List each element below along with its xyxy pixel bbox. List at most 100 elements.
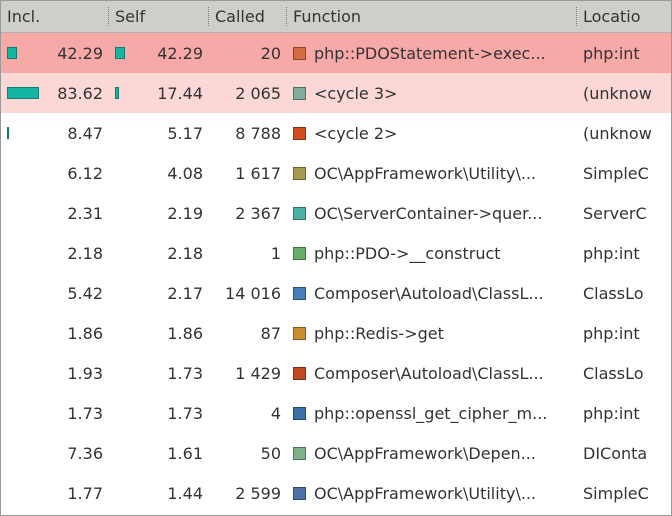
cell-incl: 42.29 [1,33,109,73]
called-value: 87 [261,324,281,343]
function-color-icon [293,447,306,460]
self-value: 1.73 [167,364,203,383]
cell-self: 17.44 [109,73,209,113]
incl-value: 1.93 [67,364,103,383]
function-color-icon [293,207,306,220]
function-color-icon [293,367,306,380]
cell-location: (unknow [577,73,669,113]
incl-value: 5.42 [67,284,103,303]
called-value: 14 016 [225,284,281,303]
cell-function: OC\AppFramework\Depen... [287,433,577,473]
table-body: 42.2942.2920php::PDOStatement->exec...ph… [1,33,671,515]
cell-self: 1.61 [109,433,209,473]
function-name: Composer\Autoload\ClassL... [314,364,544,383]
table-row[interactable]: 2.18 2.18 1 php::PDO->__construct php:int [1,233,671,273]
called-value: 2 599 [235,484,281,503]
function-color-icon [293,127,306,140]
function-color-icon [293,47,306,60]
table-row[interactable]: 8.475.17 8 788 <cycle 2> (unknow [1,113,671,153]
self-value: 2.18 [167,244,203,263]
cell-incl: 1.86 [1,313,109,353]
cell-called: 4 [209,393,287,433]
cell-function: php::PDOStatement->exec... [287,33,577,73]
location-value: php:int [583,244,640,263]
table-row[interactable]: 1.93 1.73 1 429 Composer\Autoload\ClassL...… [1,353,671,393]
col-called[interactable]: Called [209,1,287,32]
col-incl-label: Incl. [7,7,40,26]
function-name: OC\AppFramework\Depen... [314,444,536,463]
incl-value: 2.18 [67,244,103,263]
col-self[interactable]: Self [109,1,209,32]
table-row[interactable]: 1.861.8687php::Redis->getphp:int [1,313,671,353]
self-value: 4.08 [167,164,203,183]
self-bar [115,47,125,59]
cell-called: 1 [209,233,287,273]
location-value: SimpleC [583,484,649,503]
function-name: php::PDOStatement->exec... [314,44,546,63]
cell-function: <cycle 2> [287,113,577,153]
function-color-icon [293,167,306,180]
incl-value: 42.29 [57,44,103,63]
cell-self: 1.86 [109,313,209,353]
table-row[interactable]: 5.422.1714 016Composer\Autoload\ClassL..… [1,273,671,313]
incl-value: 1.77 [67,484,103,503]
incl-bar [7,87,39,99]
cell-called: 87 [209,313,287,353]
cell-incl: 2.18 [1,233,109,273]
table-row[interactable]: 7.361.6150OC\AppFramework\Depen...DICont… [1,433,671,473]
function-color-icon [293,87,306,100]
called-value: 1 [271,244,281,263]
function-name: php::PDO->__construct [314,244,501,263]
called-value: 50 [261,444,281,463]
cell-function: Composer\Autoload\ClassL... [287,353,577,393]
cell-incl: 1.77 [1,473,109,513]
cell-self: 1.44 [109,473,209,513]
cell-incl: 5.42 [1,273,109,313]
function-name: OC\AppFramework\Utility\... [314,164,536,183]
cell-self: 2.17 [109,273,209,313]
cell-function: php::openssl_get_cipher_m... [287,393,577,433]
cell-location: ClassLo [577,353,669,393]
col-location-label: Locatio [583,7,641,26]
cell-called: 2 599 [209,473,287,513]
location-value: ServerC [583,204,647,223]
cell-function: php::PDO->__construct [287,233,577,273]
table-row[interactable]: 1.771.442 599OC\AppFramework\Utility\...… [1,473,671,513]
cell-location: php:int [577,33,669,73]
incl-value: 1.73 [67,404,103,423]
table-row[interactable]: 83.6217.442 065<cycle 3>(unknow [1,73,671,113]
col-function[interactable]: Function [287,1,577,32]
col-incl[interactable]: Incl. [1,1,109,32]
table-row[interactable]: 2.312.192 367OC\ServerContainer->quer...… [1,193,671,233]
cell-called: 2 065 [209,73,287,113]
table-row[interactable]: 6.124.081 617OC\AppFramework\Utility\...… [1,153,671,193]
location-value: ClassLo [583,284,644,303]
self-value: 17.44 [157,84,203,103]
called-value: 20 [261,44,281,63]
location-value: (unknow [583,124,652,143]
self-value: 1.86 [167,324,203,343]
cell-function: OC\AppFramework\Utility\... [287,153,577,193]
col-self-label: Self [115,7,145,26]
function-name: php::openssl_get_cipher_m... [314,404,547,423]
called-value: 1 429 [235,364,281,383]
cell-self: 2.19 [109,193,209,233]
table-row[interactable]: 1.731.734php::openssl_get_cipher_m...php… [1,393,671,433]
cell-location: SimpleC [577,153,669,193]
cell-self: 2.18 [109,233,209,273]
table-row[interactable]: 42.29 42.29 20 php::PDOStatement->exec... ph… [1,33,671,73]
cell-incl: 8.47 [1,113,109,153]
self-value: 1.44 [167,484,203,503]
incl-value: 83.62 [57,84,103,103]
location-value: php:int [583,44,640,63]
called-value: 8 788 [235,124,281,143]
cell-self: 5.17 [109,113,209,153]
cell-self: 42.29 [109,33,209,73]
cell-called: 1 429 [209,353,287,393]
self-value: 42.29 [157,44,203,63]
incl-value: 2.31 [67,204,103,223]
col-function-label: Function [293,7,361,26]
col-location[interactable]: Locatio [577,1,669,32]
cell-self: 4.08 [109,153,209,193]
called-value: 2 367 [235,204,281,223]
